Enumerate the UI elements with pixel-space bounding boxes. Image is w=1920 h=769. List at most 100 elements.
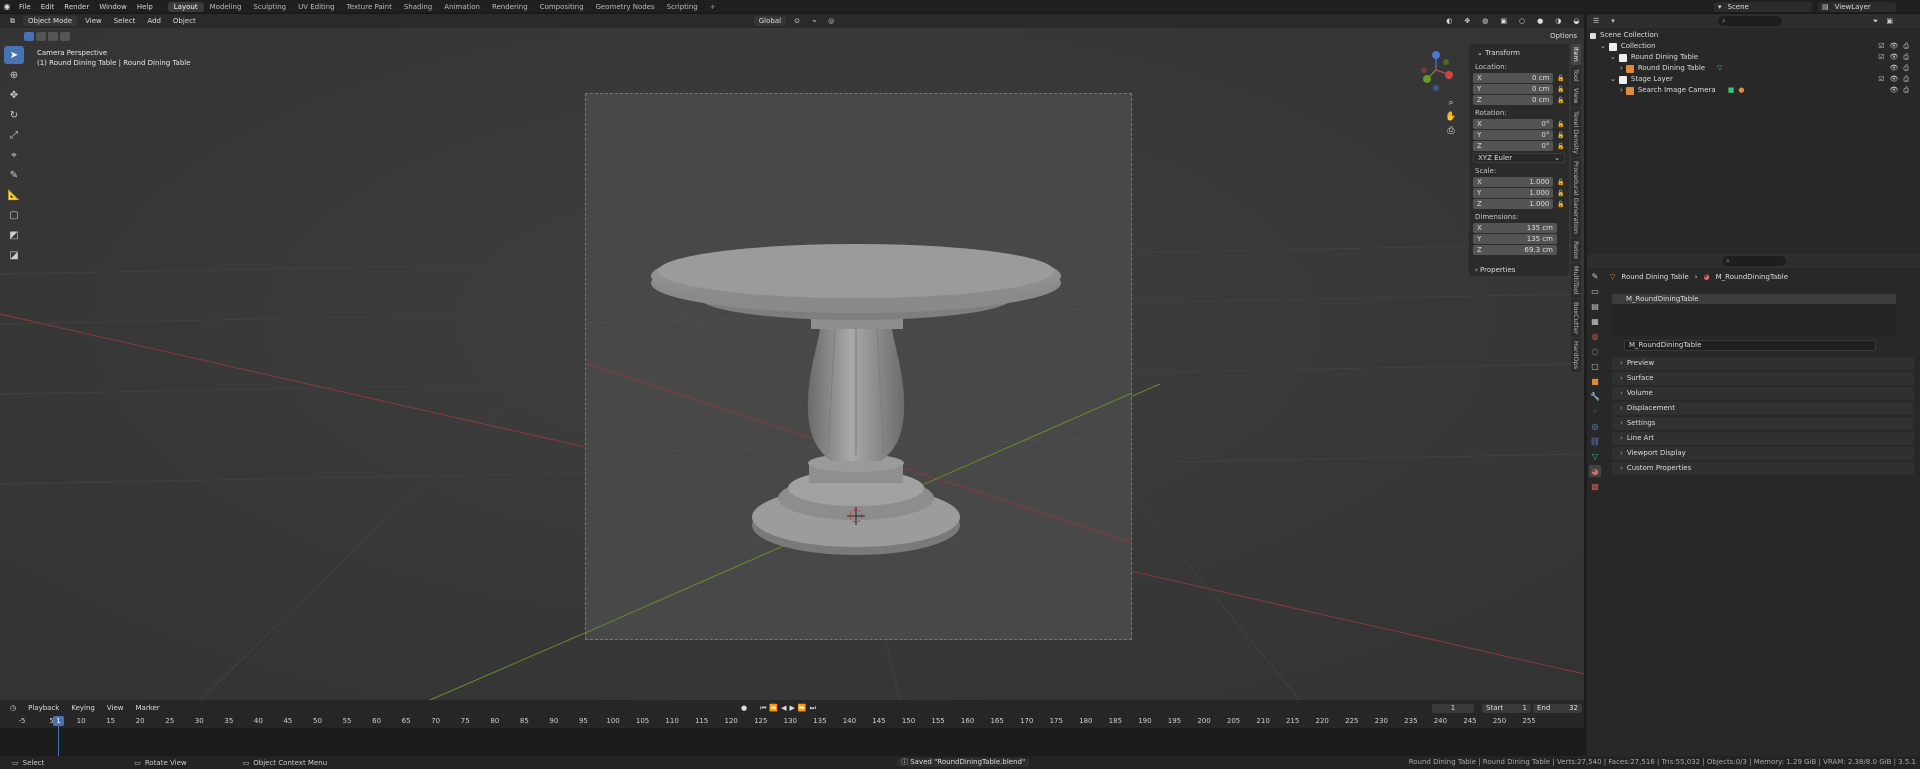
outliner-row-round-dining-table-collection[interactable]: ⌄ Round Dining Table ☑ 👁 ⎙ [1590,52,1917,63]
start-frame-field[interactable]: Start 1 [1482,704,1531,713]
lock-icon[interactable]: 🔓 [1557,132,1565,139]
new-collection-icon[interactable]: ▣ [1886,17,1893,25]
camera-icon[interactable]: ⎙ [1903,85,1909,96]
constraint-icon[interactable]: ● [1738,85,1744,96]
play-icon[interactable]: ▶ [790,704,795,713]
overlay-toggle-icon[interactable]: ◍ [1478,17,1492,25]
viewport-menu-view[interactable]: View [81,17,106,25]
gizmo-toggle-icon[interactable]: ✥ [1460,17,1474,25]
current-frame-field[interactable]: 1 [1432,704,1474,713]
mesh-data-icon[interactable]: ▽ [1717,63,1722,74]
properties-subpanel-header[interactable]: › Properties [1469,265,1569,276]
annotate-tool-icon[interactable]: ✎ [4,166,24,184]
menu-marker[interactable]: Marker [131,704,163,712]
camera-icon[interactable]: ⎙ [1903,74,1909,85]
eye-icon[interactable]: 👁 [1890,74,1899,85]
panel-volume[interactable]: Volume [1612,387,1914,400]
xray-icon[interactable]: ▣ [1496,17,1511,25]
mode-dropdown[interactable]: Object Mode [23,16,78,26]
outliner-editor-icon[interactable]: ☰ [1593,17,1599,25]
expand-icon[interactable]: › [1620,63,1623,74]
lock-icon[interactable]: 🔓 [1557,201,1565,208]
rotation-z-field[interactable]: Z 0° [1473,141,1554,151]
checkbox-icon[interactable]: ☑ [1878,74,1884,85]
menu-view[interactable]: View [103,704,128,712]
menu-window[interactable]: Window [94,3,132,11]
timeline-body[interactable] [0,728,1584,756]
tab-rendering[interactable]: Rendering [486,2,534,12]
outliner-row-collection[interactable]: ⌄ Collection ☑ 👁 ⎙ [1590,41,1917,52]
add-workspace-icon[interactable]: + [704,2,722,12]
properties-search-input[interactable]: ⌕ [1722,256,1786,266]
shading-rendered-icon[interactable]: ◒ [1569,17,1583,25]
eye-icon[interactable]: 👁 [1890,63,1899,74]
object-tab-icon[interactable]: ■ [1589,375,1601,387]
menu-keying[interactable]: Keying [67,704,99,712]
panel-preview[interactable]: Preview [1612,357,1914,370]
select-invert-icon[interactable] [60,32,70,41]
tab-boxcutter[interactable]: BoxCutter [1571,298,1581,338]
physics-tab-icon[interactable]: ◎ [1589,420,1601,432]
lock-icon[interactable]: 🔓 [1557,179,1565,186]
tab-item[interactable]: Item [1571,44,1581,65]
rotation-y-field[interactable]: Y 0° [1473,130,1554,140]
lock-icon[interactable]: 🔓 [1557,97,1565,104]
tab-animation[interactable]: Animation [438,2,486,12]
cursor-tool-icon[interactable]: ⊕ [4,66,24,84]
outliner-row-round-dining-table-object[interactable]: › Round Dining Table ▽ 👁 ⎙ [1590,63,1917,74]
tab-scripting[interactable]: Scripting [661,2,704,12]
transform-tool-icon[interactable]: ⌖ [4,146,24,164]
tab-tool[interactable]: Tool [1571,65,1581,85]
proportional-edit-icon[interactable]: ◎ [824,17,838,25]
hardops-tool-icon[interactable]: ◪ [4,246,24,264]
location-z-field[interactable]: Z 0 cm [1473,95,1554,105]
tab-multitool[interactable]: MultiTool [1571,263,1581,298]
scene-selector[interactable]: ▾ Scene [1714,2,1812,12]
prev-keyframe-icon[interactable]: ⏪ [769,704,778,713]
select-extend-icon[interactable] [36,32,46,41]
menu-render[interactable]: Render [59,3,94,11]
tab-layout[interactable]: Layout [167,1,204,12]
zoom-icon[interactable]: ⌕ [1444,96,1458,110]
timeline-editor-icon[interactable]: ◷ [6,704,20,712]
record-icon[interactable]: ● [741,704,747,713]
camera-icon[interactable]: ⎙ [1903,63,1909,74]
view-layer-selector[interactable]: ▤ ViewLayer [1818,2,1896,12]
outliner-search-input[interactable]: ⌕ [1718,16,1782,26]
panel-surface[interactable]: Surface [1612,372,1914,385]
shading-wireframe-icon[interactable]: ○ [1515,17,1529,25]
tab-geometry-nodes[interactable]: Geometry Nodes [590,2,661,12]
select-box-tool-icon[interactable]: ➤ [4,46,24,64]
end-frame-field[interactable]: End 32 [1533,704,1582,713]
render-tab-icon[interactable]: ▭ [1589,285,1601,297]
collection-tab-icon[interactable]: ▢ [1589,360,1601,372]
move-tool-icon[interactable]: ✥ [4,86,24,104]
options-button[interactable]: Options [1546,32,1582,40]
rotate-tool-icon[interactable]: ↻ [4,106,24,124]
select-subtract-icon[interactable] [48,32,58,41]
menu-edit[interactable]: Edit [36,3,60,11]
expand-icon[interactable]: ⌄ [1610,74,1616,85]
scale-z-field[interactable]: Z 1.000 [1473,199,1554,209]
rotation-x-field[interactable]: X 0° [1473,119,1554,129]
location-x-field[interactable]: X 0 cm [1473,73,1554,83]
lock-icon[interactable]: 🔓 [1557,121,1565,128]
expand-icon[interactable]: ⌄ [1600,41,1606,52]
lock-icon[interactable]: 🔓 [1557,75,1565,82]
tab-compositing[interactable]: Compositing [534,2,590,12]
menu-help[interactable]: Help [132,3,158,11]
outliner-row-scene-collection[interactable]: Scene Collection [1590,30,1917,41]
world-tab-icon[interactable]: ◌ [1589,345,1601,357]
eye-icon[interactable]: 👁 [1890,41,1899,52]
texture-tab-icon[interactable]: ▩ [1589,480,1601,492]
snap-icon[interactable]: ⌁ [808,17,820,25]
play-reverse-icon[interactable]: ◀ [781,704,786,713]
output-tab-icon[interactable]: ▤ [1589,300,1601,312]
tab-view[interactable]: View [1571,85,1581,107]
expand-icon[interactable]: ⌄ [1610,52,1616,63]
camera-view-icon[interactable]: ⎙ [1444,124,1458,138]
menu-playback[interactable]: Playback [24,704,63,712]
checkbox-icon[interactable]: ☑ [1878,41,1884,52]
tab-hardops[interactable]: HardOps [1571,338,1581,373]
jump-end-icon[interactable]: ⏭ [810,704,816,713]
